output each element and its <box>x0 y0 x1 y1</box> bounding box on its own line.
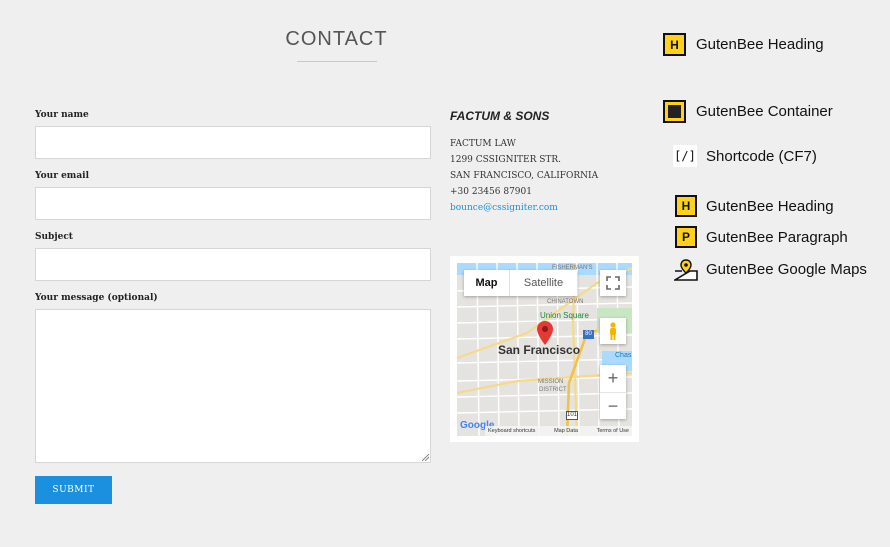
name-input[interactable] <box>35 126 431 159</box>
map-data-link[interactable]: Map Data <box>554 428 578 434</box>
legend-label: GutenBee Heading <box>706 197 834 215</box>
company-name: FACTUM & SONS <box>450 109 550 123</box>
map-label-chase: Chas <box>615 352 632 359</box>
legend-item-google-maps: GutenBee Google Maps <box>674 257 867 281</box>
legend-label: GutenBee Container <box>696 103 833 120</box>
street-view-button[interactable] <box>600 318 626 344</box>
address-line-1: FACTUM LAW <box>450 139 516 149</box>
title-divider <box>297 61 377 62</box>
pegman-icon <box>610 322 616 340</box>
paragraph-icon: P <box>675 226 697 248</box>
map-label-union-square: Union Square <box>540 311 589 320</box>
page-title: CONTACT <box>285 28 388 50</box>
heading-icon: H <box>663 33 686 56</box>
legend-item-heading-top: H GutenBee Heading <box>663 33 824 56</box>
legend-label: GutenBee Paragraph <box>706 228 848 246</box>
google-maps-icon <box>674 259 698 281</box>
fullscreen-button[interactable] <box>600 270 626 296</box>
name-label: Your name <box>35 110 89 120</box>
subject-input[interactable] <box>35 248 431 281</box>
fullscreen-icon <box>606 276 620 290</box>
message-label: Your message (optional) <box>35 293 158 303</box>
map-marker-icon[interactable] <box>537 321 553 345</box>
legend-item-container: GutenBee Container <box>663 100 833 123</box>
container-icon <box>663 100 686 123</box>
email-link[interactable]: bounce@cssigniter.com <box>450 203 558 213</box>
legend-label: GutenBee Heading <box>696 36 824 53</box>
map-footer: Keyboard shortcuts Map Data Terms of Use <box>485 426 632 436</box>
map-label-mission: MISSION <box>538 379 564 385</box>
email-label: Your email <box>35 171 89 181</box>
phone-number: +30 23456 87901 <box>450 187 532 197</box>
google-map[interactable]: FISHERMAN'S CHINATOWN Union Square San F… <box>457 263 632 436</box>
email-input[interactable] <box>35 187 431 220</box>
highway-101-shield: 101 <box>566 411 578 420</box>
zoom-in-button[interactable]: + <box>600 365 626 392</box>
map-type-control: Map Satellite <box>464 270 577 296</box>
map-label-chinatown: CHINATOWN <box>547 299 584 305</box>
terms-of-use-link[interactable]: Terms of Use <box>597 428 629 434</box>
legend-item-heading: H GutenBee Heading <box>675 195 834 217</box>
legend-label: Shortcode (CF7) <box>706 147 817 165</box>
submit-button[interactable]: SUBMIT <box>35 476 112 504</box>
legend-label: GutenBee Google Maps <box>706 260 867 278</box>
highway-80-shield: 80 <box>583 330 594 339</box>
address-line-2: 1299 CSSIGNITER STR. <box>450 155 562 165</box>
zoom-out-button[interactable]: − <box>600 392 626 420</box>
zoom-control: + − <box>600 365 626 419</box>
keyboard-shortcuts-link[interactable]: Keyboard shortcuts <box>488 428 535 434</box>
legend-item-shortcode: [/] Shortcode (CF7) <box>673 145 817 167</box>
map-type-satellite-button[interactable]: Satellite <box>509 270 577 296</box>
subject-label: Subject <box>35 232 73 242</box>
map-label-city: San Francisco <box>498 343 581 357</box>
address-line-3: SAN FRANCISCO, CALIFORNIA <box>450 171 599 181</box>
map-type-map-button[interactable]: Map <box>464 270 509 296</box>
shortcode-icon: [/] <box>673 145 697 167</box>
map-label-district: DISTRICT <box>539 387 567 393</box>
message-textarea[interactable] <box>35 309 431 463</box>
legend-item-paragraph: P GutenBee Paragraph <box>675 226 848 248</box>
heading-icon: H <box>675 195 697 217</box>
resize-handle-icon[interactable] <box>422 454 429 461</box>
